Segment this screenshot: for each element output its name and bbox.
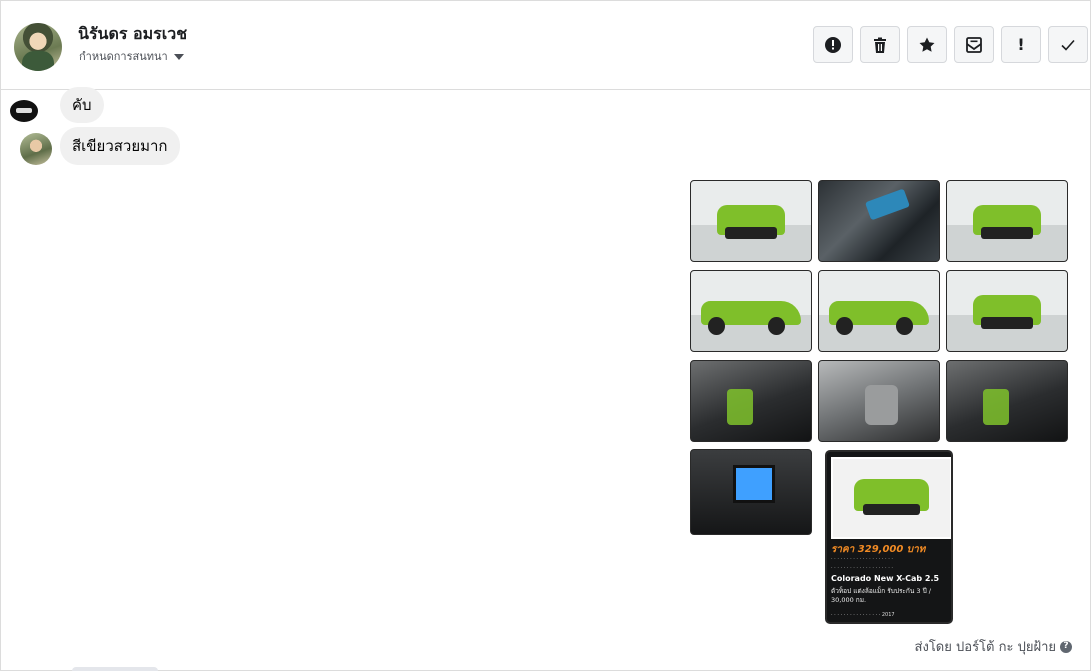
done-button[interactable] bbox=[1048, 26, 1088, 63]
conversation-header: นิรันดร อมรเวช กำหนดการสนทนา ! bbox=[1, 1, 1090, 90]
exclamation-icon: ! bbox=[1017, 35, 1025, 54]
contact-name[interactable]: นิรันดร อมรเวช bbox=[78, 22, 187, 47]
customer-avatar bbox=[20, 133, 52, 165]
promo-year: 2017 bbox=[881, 612, 895, 618]
star-icon bbox=[919, 37, 935, 52]
attachment-image[interactable] bbox=[946, 360, 1068, 442]
attachment-image[interactable] bbox=[818, 360, 940, 442]
next-message-bubble bbox=[72, 667, 158, 671]
attachment-image[interactable] bbox=[690, 360, 812, 442]
message-bubble[interactable]: คับ bbox=[60, 87, 104, 123]
envelope-icon bbox=[966, 36, 982, 53]
attachment-image[interactable] bbox=[690, 270, 812, 352]
header-actions: ! bbox=[813, 26, 1088, 63]
important-button[interactable]: ! bbox=[1001, 26, 1041, 63]
sent-by-text: ส่งโดย ปอร์โต้ กะ ปุยฝ้าย bbox=[914, 640, 1056, 655]
conversation-label-dropdown[interactable]: กำหนดการสนทนา bbox=[79, 47, 184, 65]
page-avatar bbox=[10, 100, 38, 122]
promo-description: ตัวท็อป แต่งล้อแม็ก รับประกัน 3 ปี / 30,… bbox=[831, 587, 931, 604]
contact-avatar[interactable] bbox=[14, 23, 62, 71]
promo-title: Colorado New X-Cab 2.5 bbox=[831, 574, 940, 583]
star-button[interactable] bbox=[907, 26, 947, 63]
attachment-image[interactable] bbox=[690, 449, 812, 535]
attachment-image[interactable] bbox=[690, 180, 812, 262]
promo-footer: · · · · · · · · · · · · · · · · 2017 bbox=[831, 612, 895, 618]
caret-down-icon bbox=[173, 53, 184, 60]
help-icon[interactable]: ? bbox=[1060, 640, 1072, 653]
alert-circle-icon bbox=[825, 36, 841, 53]
promo-car-photo bbox=[831, 457, 951, 539]
attachment-image[interactable] bbox=[946, 180, 1068, 262]
attachment-image[interactable] bbox=[818, 180, 940, 262]
attachment-image[interactable] bbox=[946, 270, 1068, 352]
promo-fine-print: · · · · · · · · · · · · · · · · · · · · bbox=[831, 565, 893, 571]
promo-fine-print: · · · · · · · · · · · · · · · · · · · · bbox=[831, 556, 893, 562]
report-button[interactable] bbox=[813, 26, 853, 63]
mark-unread-button[interactable] bbox=[954, 26, 994, 63]
attachment-image[interactable] bbox=[818, 270, 940, 352]
trash-icon bbox=[874, 37, 886, 53]
promo-price: ราคา 329,000 บาท bbox=[831, 544, 926, 555]
promo-card-image[interactable]: ราคา 329,000 บาท · · · · · · · · · · · ·… bbox=[825, 450, 953, 624]
conversation-label-text: กำหนดการสนทนา bbox=[79, 50, 168, 63]
sent-by-label: ส่งโดย ปอร์โต้ กะ ปุยฝ้าย ? bbox=[915, 636, 1072, 657]
message-bubble[interactable]: สีเขียวสวยมาก bbox=[60, 127, 180, 165]
delete-button[interactable] bbox=[860, 26, 900, 63]
check-icon bbox=[1061, 39, 1075, 51]
